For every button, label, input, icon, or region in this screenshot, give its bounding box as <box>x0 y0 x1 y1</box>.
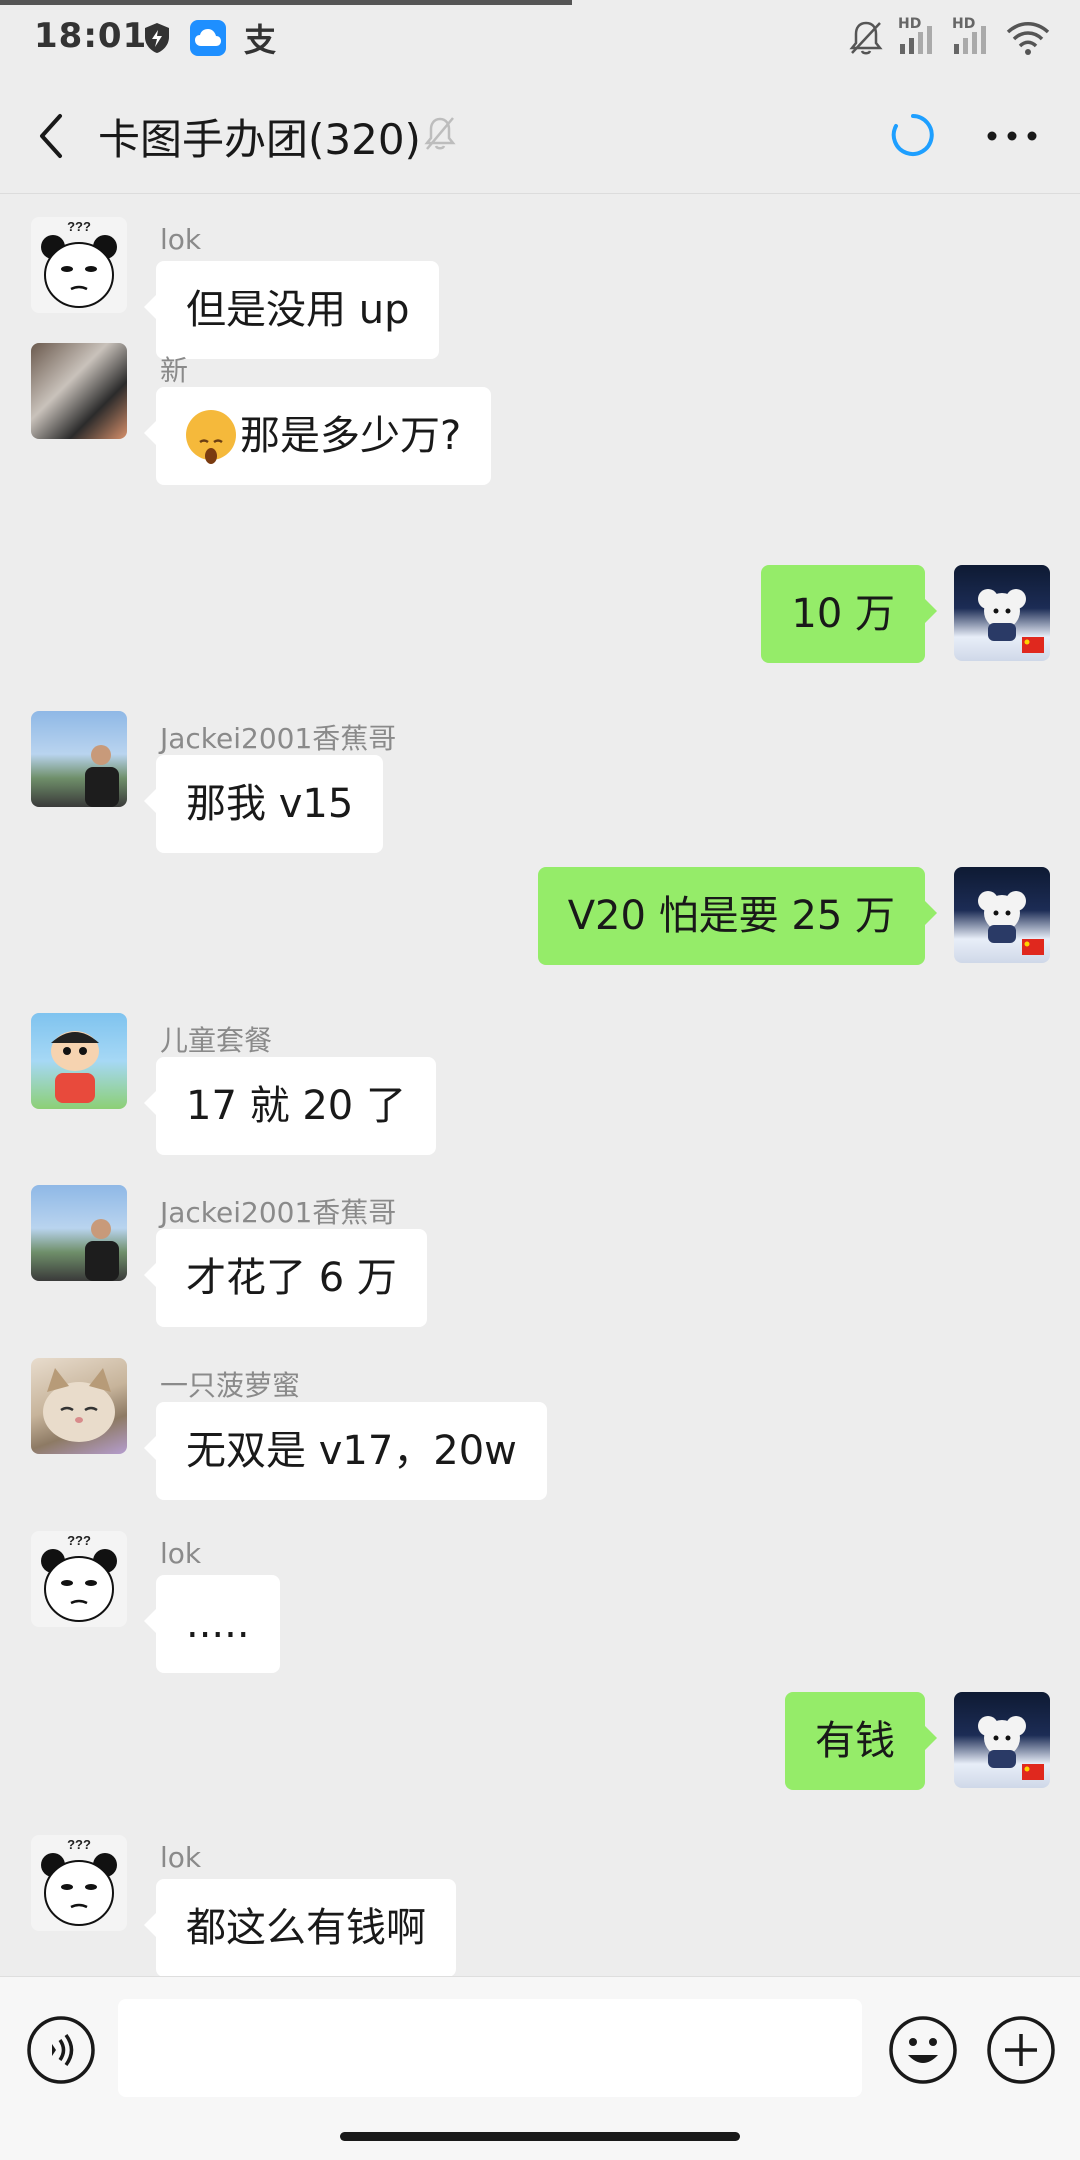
dog-avatar-icon <box>978 589 1044 653</box>
panda-meme-icon: ??? <box>41 1837 117 1926</box>
cloud-icon <box>190 20 226 56</box>
more-functions-button[interactable] <box>986 2015 1056 2085</box>
avatar[interactable]: ??? <box>31 1531 127 1627</box>
avatar[interactable] <box>954 565 1050 661</box>
status-time: 18:01 <box>34 16 148 56</box>
avatar[interactable] <box>954 867 1050 963</box>
back-icon <box>40 114 62 158</box>
sender-name: Jackei2001香蕉哥 <box>160 722 397 755</box>
sender-name: lok <box>160 1537 202 1570</box>
message-bubble[interactable]: ..... <box>144 1575 280 1673</box>
dog-avatar-icon <box>978 1716 1044 1780</box>
back-button[interactable] <box>30 108 80 164</box>
avatar[interactable]: ??? <box>31 217 127 313</box>
message-bubble[interactable]: 那我 v15 <box>143 755 384 853</box>
message-bubble[interactable]: 有钱 <box>785 1692 937 1790</box>
message-text: 那是多少万? <box>240 413 462 459</box>
sync-icon <box>890 112 936 158</box>
emoji-icon <box>889 2016 957 2084</box>
message-bubble[interactable]: 无双是 v17，20w <box>144 1402 547 1500</box>
status-right-icons: HD HD <box>848 16 1050 58</box>
message-bubble[interactable]: V20 怕是要 25 万 <box>537 867 938 965</box>
message-bubble[interactable]: 但是没用 up <box>143 261 440 359</box>
voice-button[interactable] <box>26 2015 96 2085</box>
cartoon-kid-icon <box>51 1031 99 1103</box>
avatar[interactable] <box>31 711 127 807</box>
shield-icon <box>140 20 174 56</box>
sender-name: 儿童套餐 <box>160 1024 273 1057</box>
plus-icon <box>987 2016 1055 2084</box>
more-icon <box>987 131 1037 141</box>
sender-name: lok <box>160 223 202 256</box>
avatar[interactable]: ??? <box>31 1835 127 1931</box>
avatar[interactable] <box>31 1358 127 1454</box>
message-input[interactable] <box>118 1999 862 2097</box>
avatar[interactable] <box>31 1185 127 1281</box>
status-bar: 18:01 支 HD HD <box>0 0 1080 76</box>
panda-meme-icon: ??? <box>41 1533 117 1622</box>
mute-bell-icon <box>849 21 883 55</box>
svg-text:???: ??? <box>67 219 91 234</box>
man-photo-icon <box>85 1219 119 1281</box>
yawn-face-icon <box>186 410 236 464</box>
dog-avatar-icon <box>978 891 1044 955</box>
more-button[interactable] <box>982 116 1042 156</box>
message-bubble[interactable]: 10 万 <box>761 565 937 663</box>
sender-name: 一只菠萝蜜 <box>160 1369 301 1402</box>
hd-signal-icon: HD <box>952 16 992 58</box>
chat-header: 卡图手办团(320) <box>0 76 1080 194</box>
emoji-button[interactable] <box>888 2015 958 2085</box>
svg-text:???: ??? <box>67 1533 91 1548</box>
avatar[interactable] <box>31 1013 127 1109</box>
sender-name: 新 <box>160 354 189 387</box>
message-bubble[interactable]: 才花了 6 万 <box>144 1229 427 1327</box>
avatar[interactable] <box>31 343 127 439</box>
message-bubble[interactable]: 都这么有钱啊 <box>144 1879 456 1977</box>
wifi-icon <box>1006 22 1050 55</box>
voice-icon <box>27 2016 95 2084</box>
mute-icon <box>422 114 458 154</box>
alipay-icon: 支 <box>243 21 276 59</box>
panda-meme-icon: ??? <box>41 219 117 308</box>
message-bubble[interactable]: 17 就 20 了 <box>144 1057 436 1155</box>
man-photo-icon <box>85 745 119 807</box>
home-indicator[interactable] <box>340 2132 740 2141</box>
message-list: ??? lok 但是没用 up 新 那是多少万? 10 万 Jackei2001… <box>0 195 1080 1977</box>
message-bubble[interactable]: 那是多少万? <box>143 387 492 485</box>
sender-name: lok <box>160 1841 202 1874</box>
svg-text:???: ??? <box>67 1837 91 1852</box>
sender-name: Jackei2001香蕉哥 <box>160 1196 397 1229</box>
hd-signal-icon: HD <box>898 16 938 58</box>
cat-photo-icon <box>43 1368 115 1442</box>
avatar[interactable] <box>954 1692 1050 1788</box>
chat-title: 卡图手办团(320) <box>98 115 421 164</box>
